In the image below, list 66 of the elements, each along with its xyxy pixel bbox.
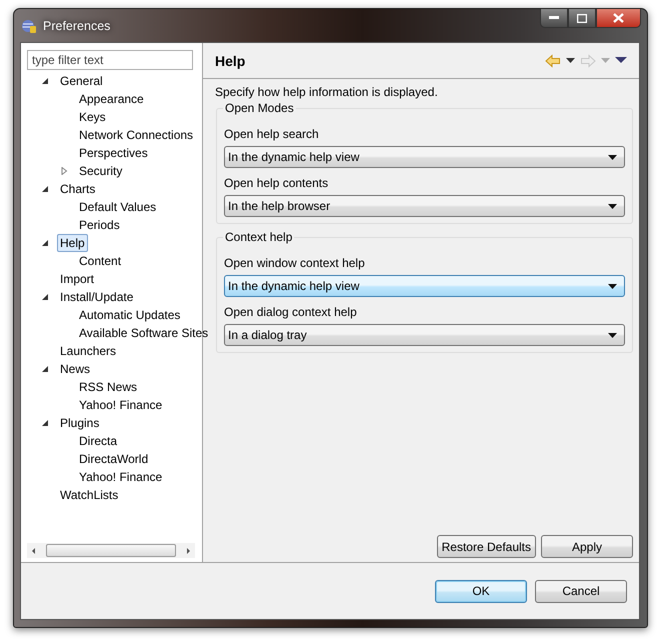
field-label: Open window context help	[224, 256, 366, 270]
maximize-icon	[577, 14, 587, 22]
page-description: Specify how help information is displayed.	[215, 85, 439, 99]
expanded-triangle-icon[interactable]	[41, 239, 49, 247]
tree-item[interactable]: Automatic Updates	[76, 306, 184, 324]
dropdown-caret-icon	[608, 284, 617, 288]
window-title: Preferences	[43, 18, 112, 32]
tree-item[interactable]: Default Values	[76, 198, 160, 216]
dialog-button[interactable]: OK	[435, 580, 527, 602]
tree-item[interactable]: RSS News	[76, 378, 140, 396]
tree-item[interactable]: Appearance	[76, 90, 147, 108]
tree-item[interactable]: Directa	[76, 432, 120, 450]
dialog-button[interactable]: Cancel	[535, 580, 627, 602]
collapsed-triangle-icon[interactable]	[60, 167, 68, 175]
tree-item[interactable]: Install/Update	[57, 288, 136, 306]
page-title: Help	[215, 52, 246, 68]
expanded-triangle-icon[interactable]	[41, 185, 49, 193]
scroll-right-icon[interactable]	[184, 546, 192, 554]
dropdown-caret-icon	[608, 204, 617, 208]
tree-item[interactable]: News	[57, 360, 94, 378]
dropdown-field[interactable]: In the help browser	[224, 195, 625, 217]
expanded-triangle-icon[interactable]	[41, 419, 49, 427]
tree-item[interactable]: Help	[57, 234, 88, 252]
close-button[interactable]	[596, 9, 641, 28]
tree-item[interactable]: Yahoo! Finance	[76, 396, 166, 414]
minimize-button[interactable]	[540, 9, 568, 28]
tree-item[interactable]: DirectaWorld	[76, 450, 152, 468]
tree-item[interactable]: General	[57, 72, 106, 90]
tree-item[interactable]: Periods	[76, 216, 123, 234]
maximize-button[interactable]	[568, 9, 596, 28]
dropdown-field[interactable]: In the dynamic help view	[224, 275, 625, 297]
page-button[interactable]: Apply	[541, 535, 633, 558]
scroll-left-icon[interactable]	[30, 546, 38, 554]
globe-icon	[21, 18, 37, 34]
field-label: Open dialog context help	[224, 305, 358, 319]
tree-item[interactable]: Available Software Sites	[76, 324, 212, 342]
tree-item[interactable]: Security	[76, 162, 126, 180]
tree-item[interactable]: Network Connections	[76, 126, 196, 144]
dropdown-field[interactable]: In a dialog tray	[224, 324, 625, 346]
field-label: Open help contents	[224, 176, 330, 190]
group-title: Open Modes	[224, 101, 295, 115]
tree-item[interactable]: Plugins	[57, 414, 102, 432]
dropdown-caret-icon[interactable]	[566, 58, 575, 64]
tree-item[interactable]: Perspectives	[76, 144, 151, 162]
scrollbar-thumb[interactable]	[46, 544, 176, 557]
expanded-triangle-icon[interactable]	[41, 77, 49, 85]
tree-item[interactable]: Charts	[57, 180, 98, 198]
tree-item[interactable]: WatchLists	[57, 486, 122, 504]
view-menu-icon[interactable]	[615, 57, 627, 64]
dropdown-field[interactable]: In the dynamic help view	[224, 146, 625, 168]
tree-item[interactable]: Content	[76, 252, 124, 270]
expanded-triangle-icon[interactable]	[41, 365, 49, 373]
horizontal-scrollbar[interactable]	[27, 543, 195, 558]
filter-field[interactable]: type filter text	[27, 50, 193, 70]
expanded-triangle-icon[interactable]	[41, 293, 49, 301]
tree-item[interactable]: Keys	[76, 108, 109, 126]
dropdown-caret-icon	[608, 154, 617, 160]
field-label: Open help search	[224, 127, 320, 141]
page-button[interactable]: Restore Defaults	[436, 535, 536, 558]
close-icon	[613, 13, 624, 23]
tree-item[interactable]: Launchers	[57, 342, 120, 360]
tree-item[interactable]: Yahoo! Finance	[76, 468, 166, 486]
tree-item[interactable]: Import	[57, 270, 98, 288]
minimize-icon	[549, 16, 559, 20]
group-title: Context help	[224, 230, 294, 244]
dropdown-caret-icon	[608, 332, 617, 338]
